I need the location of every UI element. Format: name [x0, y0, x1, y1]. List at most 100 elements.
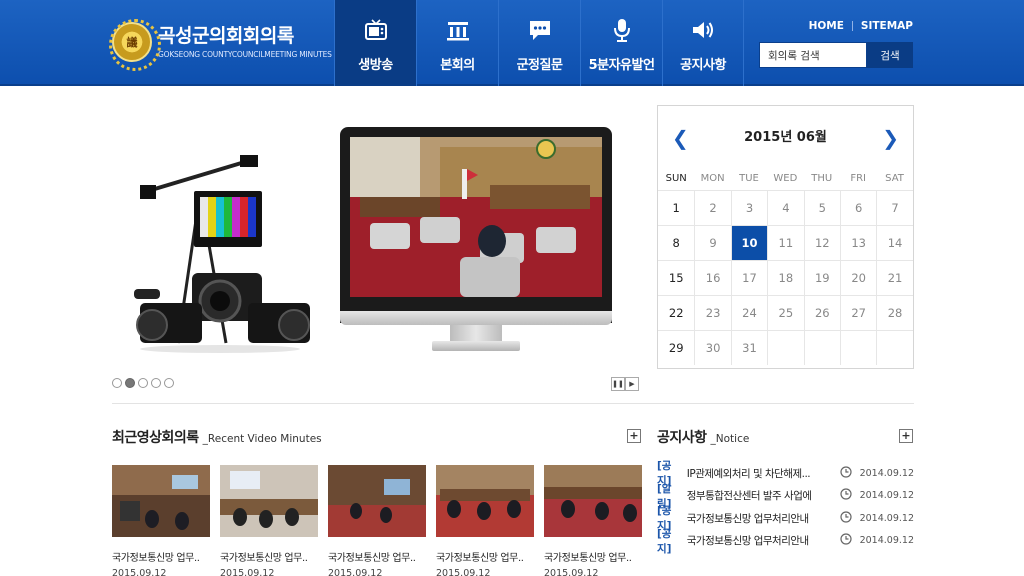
video-item[interactable]: 국가정보통신망 업무.. 2015.09.12	[436, 465, 534, 576]
calendar-day[interactable]: 26	[803, 295, 840, 330]
calendar-day[interactable]: 6	[839, 190, 877, 225]
calendar-day[interactable]: 9	[694, 225, 731, 260]
video-thumbnail[interactable]	[112, 465, 210, 537]
calendar-day[interactable]: 16	[694, 260, 731, 295]
nav-notice[interactable]: 공지사항	[662, 0, 744, 86]
nav-plenary-session[interactable]: 본회의	[416, 0, 498, 86]
calendar-day[interactable]: 15	[658, 260, 695, 295]
tv-icon	[364, 18, 388, 42]
calendar-day[interactable]: 28	[876, 295, 913, 330]
speech-bubble-icon	[528, 18, 552, 42]
calendar-day[interactable]: 18	[767, 260, 804, 295]
calendar-day[interactable]: 13	[839, 225, 877, 260]
video-thumbnail[interactable]	[436, 465, 534, 537]
calendar-day[interactable]: 5	[803, 190, 840, 225]
weekday-sat: SAT	[885, 173, 904, 184]
calendar-day[interactable]: 2	[694, 190, 731, 225]
calendar-day[interactable]: 4	[767, 190, 804, 225]
calendar-day[interactable]: 31	[730, 330, 768, 365]
council-seal-icon: 議	[109, 19, 161, 71]
slider-dot[interactable]	[164, 378, 174, 388]
building-icon	[446, 18, 470, 42]
section-divider	[112, 403, 914, 404]
calendar-day[interactable]: 12	[803, 225, 840, 260]
calendar: ❮ 2015년 06월 ❯ SUN MON TUE WED THU FRI SA…	[657, 105, 914, 369]
calendar-day[interactable]: 8	[658, 225, 695, 260]
video-item[interactable]: 국가정보통신망 업무.. 2015.09.12	[220, 465, 318, 576]
utility-links: HOME SITEMAP	[809, 20, 913, 32]
nav-county-questions[interactable]: 군정질문	[498, 0, 580, 86]
video-item[interactable]: 국가정보통신망 업무.. 2015.09.12	[112, 465, 210, 576]
slider-dot-active[interactable]	[125, 378, 135, 388]
home-link[interactable]: HOME	[809, 20, 844, 32]
calendar-day-today[interactable]: 10	[730, 225, 768, 260]
notice-date: 2014.09.12	[859, 467, 914, 479]
search-button[interactable]: 검색	[867, 42, 913, 68]
calendar-empty-cell	[839, 330, 877, 365]
video-item[interactable]: 국가정보통신망 업무.. 2015.09.12	[328, 465, 426, 576]
calendar-day[interactable]: 19	[803, 260, 840, 295]
play-icon[interactable]: ▶	[625, 377, 639, 391]
notice-date: 2014.09.12	[859, 535, 914, 547]
slider-controls: ❚❚ ▶	[611, 377, 639, 391]
sitemap-link[interactable]: SITEMAP	[861, 20, 913, 32]
search-box: 검색	[759, 42, 913, 68]
notice-item[interactable]: [공지] 국가정보통신망 업무처리안내 2014.09.12	[657, 505, 914, 532]
calendar-prev-icon[interactable]: ❮	[672, 126, 689, 150]
calendar-weekdays: SUN MON TUE WED THU FRI SAT	[658, 168, 913, 190]
recent-videos-title: 최근영상회의록 _Recent Video Minutes	[112, 430, 322, 446]
notice-more-button[interactable]: +	[899, 429, 913, 443]
notice-title[interactable]: 국가정보통신망 업무처리안내	[687, 511, 812, 526]
notice-tag: [공지]	[657, 527, 672, 555]
video-thumbnail[interactable]	[328, 465, 426, 537]
calendar-day[interactable]: 3	[730, 190, 768, 225]
pause-icon[interactable]: ❚❚	[611, 377, 625, 391]
recent-videos-list: 국가정보통신망 업무.. 2015.09.12 국가정보통신망 업무.. 201…	[112, 465, 652, 576]
calendar-empty-cell	[767, 330, 804, 365]
microphone-icon	[610, 18, 634, 42]
calendar-day[interactable]: 30	[694, 330, 731, 365]
calendar-day[interactable]: 20	[839, 260, 877, 295]
notice-item[interactable]: [공지] 국가정보통신망 업무처리안내 2014.09.12	[657, 528, 914, 555]
nav-live-broadcast[interactable]: 생방송	[334, 0, 416, 86]
video-thumbnail[interactable]	[220, 465, 318, 537]
notice-title[interactable]: 정부통합전산센터 발주 사업에...	[687, 488, 812, 503]
slider-pagination	[112, 378, 177, 388]
calendar-day[interactable]: 14	[876, 225, 913, 260]
video-item[interactable]: 국가정보통신망 업무.. 2015.09.12	[544, 465, 642, 576]
video-thumbnail[interactable]	[544, 465, 642, 537]
calendar-day[interactable]: 21	[876, 260, 913, 295]
site-logo[interactable]: 議 곡성군의회회의록 GOKSEONG COUNTYCOUNCILMEETING…	[109, 19, 332, 71]
council-meeting-photo	[350, 137, 602, 297]
nav-five-minute-speech[interactable]: 5분자유발언	[580, 0, 662, 86]
calendar-day[interactable]: 17	[730, 260, 768, 295]
notice-title[interactable]: IP관제예외처리 및 차단해제...	[687, 466, 812, 481]
calendar-day[interactable]: 1	[658, 190, 695, 225]
calendar-day[interactable]: 25	[767, 295, 804, 330]
notice-item[interactable]: [공지] IP관제예외처리 및 차단해제... 2014.09.12	[657, 460, 914, 487]
slider-dot[interactable]	[151, 378, 161, 388]
site-title: 곡성군의회회의록	[158, 25, 294, 47]
calendar-day[interactable]: 24	[730, 295, 768, 330]
slider-dot[interactable]	[138, 378, 148, 388]
site-header: 議 곡성군의회회의록 GOKSEONG COUNTYCOUNCILMEETING…	[0, 0, 1024, 86]
slider-dot[interactable]	[112, 378, 122, 388]
notice-item[interactable]: [알림] 정부통합전산센터 발주 사업에... 2014.09.12	[657, 483, 914, 510]
calendar-day[interactable]: 23	[694, 295, 731, 330]
weekday-wed: WED	[773, 173, 798, 184]
calendar-day[interactable]: 22	[658, 295, 695, 330]
calendar-day[interactable]: 27	[839, 295, 877, 330]
calendar-day[interactable]: 7	[876, 190, 913, 225]
calendar-next-icon[interactable]: ❯	[882, 126, 899, 150]
calendar-grid: 1 2 3 4 5 6 7 8 9 10 11 12 13 14 15 16 17 18 19 20 21 22 23 24 2…	[658, 190, 913, 365]
search-input[interactable]	[759, 42, 867, 68]
clock-icon	[839, 533, 852, 548]
clock-icon	[839, 488, 852, 503]
recent-videos-more-button[interactable]: +	[627, 429, 641, 443]
calendar-day[interactable]: 11	[767, 225, 804, 260]
weekday-thu: THU	[811, 173, 833, 184]
monitor-image	[340, 127, 612, 357]
notice-title[interactable]: 국가정보통신망 업무처리안내	[687, 533, 812, 548]
calendar-day[interactable]: 29	[658, 330, 695, 365]
broadcast-camera-image	[130, 153, 310, 353]
